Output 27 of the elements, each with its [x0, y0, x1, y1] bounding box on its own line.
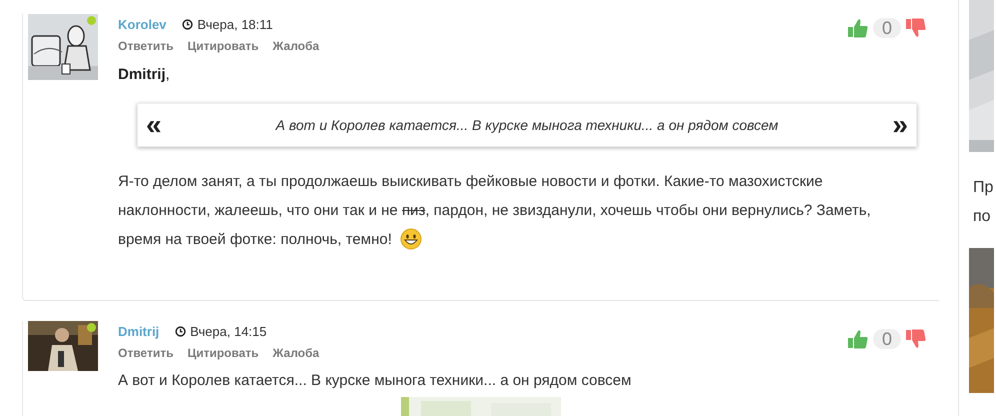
vote-count: 0: [872, 329, 901, 349]
action-link[interactable]: Ответить: [118, 39, 174, 53]
clock-icon: [182, 18, 194, 30]
quote-mark: «: [146, 111, 162, 139]
action-link[interactable]: Жалоба: [272, 346, 320, 360]
comment-text: А вот и Королев катается... В курске мынога техники... а он рядом совсем: [118, 372, 632, 389]
author-link[interactable]: Dmitrij: [118, 324, 160, 338]
thumbs-up-icon[interactable]: [846, 328, 869, 350]
comment-text: Я-то делом занят, а ты продолжаешь выискивать фейковые новости и фотки. Какие-то мазохистские наклонности, жалеешь, что они так и не пиз, пардон, не звизданули, хочешь чтобы они вернулись? Заметь, время на твоей фотке: полночь, темно!: [118, 173, 871, 248]
action-link[interactable]: Цитировать: [187, 39, 259, 53]
action-link[interactable]: Жалоба: [272, 39, 320, 53]
thumbs-up-icon[interactable]: [846, 17, 869, 39]
addressee: Dmitrij,: [118, 66, 171, 83]
timestamp: Вчера, 14:15: [190, 324, 267, 338]
smiley-icon: [400, 228, 422, 250]
article-title[interactable]: Пр: [973, 176, 994, 199]
vote-count: 0: [872, 18, 901, 38]
clock-icon: [175, 326, 186, 336]
article-title[interactable]: по: [973, 205, 991, 228]
action-link[interactable]: Цитировать: [187, 346, 259, 360]
quote-text: А вот и Королев катается... В курске мынога техники... а он рядом совсем: [274, 117, 780, 133]
thumbs-down-icon[interactable]: [905, 328, 927, 350]
author-link[interactable]: Korolev: [118, 16, 166, 32]
thumbs-down-icon[interactable]: [905, 17, 927, 39]
action-link[interactable]: Ответить: [118, 346, 174, 360]
timestamp: Вчера, 18:11: [197, 16, 273, 32]
quote-mark: »: [892, 111, 908, 139]
